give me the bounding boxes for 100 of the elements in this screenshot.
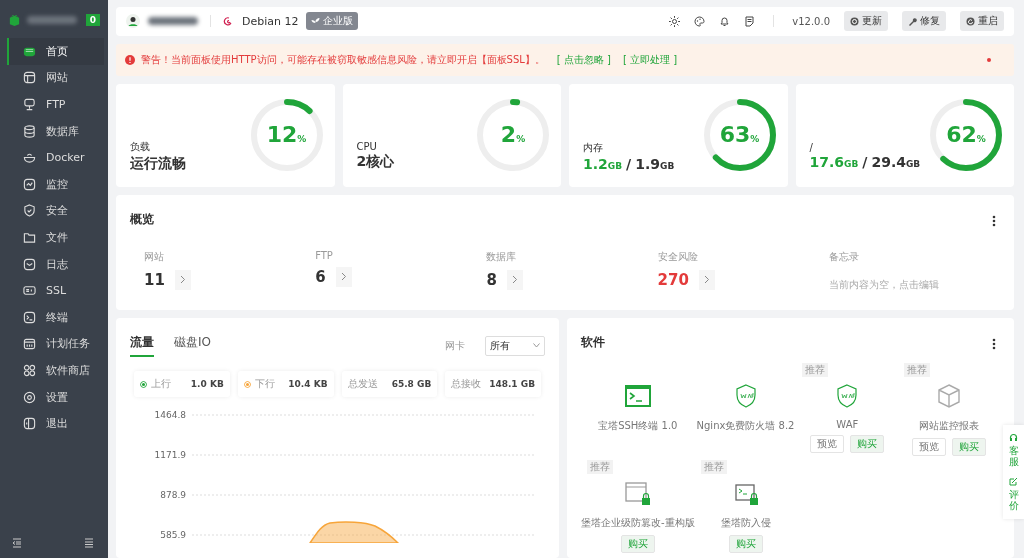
header-button[interactable]: 重启: [960, 11, 1004, 32]
sidebar-item[interactable]: 终端: [7, 303, 104, 331]
more-icon[interactable]: [992, 338, 996, 350]
chevron-icon: [179, 275, 186, 285]
traffic-stat-label: 下行: [254, 377, 275, 391]
settings-icon: [23, 390, 36, 404]
header-button[interactable]: 更新: [844, 11, 888, 32]
chevron-icon: [340, 272, 347, 282]
bowl-icon: [23, 151, 36, 165]
axis-tick-label: 585.9: [160, 530, 186, 540]
gauge-percent: 63%: [718, 122, 761, 148]
sidebar-item[interactable]: SSL: [7, 277, 104, 304]
alert-message: 警告！当前面板使用HTTP访问，可能存在被窃取敏感信息风险，请立即开启【面板SSL】。: [141, 52, 545, 67]
chevron-icon: [703, 275, 710, 285]
gauge-percent: 12%: [265, 122, 308, 148]
stat-value: 运行流畅: [130, 154, 186, 173]
sun-icon[interactable]: [669, 15, 681, 27]
overview-label: 数据库: [486, 249, 517, 264]
software-name[interactable]: 堡塔企业级防篡改-重构版: [581, 516, 695, 530]
terminal-icon[interactable]: [623, 382, 652, 410]
gauge-percent: 2%: [499, 122, 527, 148]
software-name[interactable]: Nginx免费防火墙 8.2: [696, 419, 795, 433]
sidebar-item[interactable]: 安全: [7, 197, 104, 225]
palette-icon[interactable]: [694, 15, 706, 27]
select-label: 网卡: [445, 338, 465, 353]
gauge-percent: 62%: [945, 122, 987, 148]
calendar-icon: [23, 337, 36, 351]
sidebar-item[interactable]: 首页: [7, 38, 104, 65]
stat-value: 17.6GB / 29.4GB: [809, 154, 921, 171]
overview-label: 备忘录: [828, 249, 859, 264]
sidebar-item[interactable]: 文件: [7, 224, 104, 251]
traffic-stat-value: 1.0 KB: [190, 379, 224, 389]
terminal-icon: [23, 310, 36, 324]
wrench-icon: [908, 16, 917, 26]
swirl-icon: [223, 15, 234, 27]
recommend-tag: 推荐: [904, 363, 931, 377]
lock-window-icon[interactable]: [623, 479, 652, 507]
sidebar-item[interactable]: 设置: [7, 383, 104, 411]
sidebar-item[interactable]: 退出: [7, 410, 104, 437]
software-name[interactable]: 堡塔防入侵: [720, 516, 771, 530]
shield-icon: [23, 204, 36, 218]
card-title: 概览: [130, 210, 154, 228]
overview-count: 8: [486, 270, 497, 289]
restart-icon: [966, 16, 975, 26]
more-icon[interactable]: [992, 214, 996, 227]
os-label: Debian 12: [242, 14, 299, 28]
axis-tick-label: 1171.9: [154, 450, 186, 460]
blurred-username: [148, 17, 198, 26]
overview-count: 270: [657, 270, 689, 289]
preview-button[interactable]: 预览: [912, 438, 947, 456]
axis-tick-label: 878.9: [160, 490, 186, 500]
collapse-icon[interactable]: [12, 538, 22, 548]
sidebar-item[interactable]: 日志: [7, 250, 104, 278]
stat-label: 负载: [130, 139, 150, 154]
overview-label: FTP: [315, 249, 333, 261]
bell-icon[interactable]: [719, 15, 731, 27]
window-icon: [23, 71, 36, 85]
traffic-stat-value: 148.1 GB: [489, 379, 535, 389]
sidebar-item[interactable]: 网站: [7, 64, 104, 92]
stat-value: 1.2GB / 1.9GB: [583, 155, 675, 172]
sprout-icon: [311, 16, 321, 26]
exit-icon: [23, 417, 36, 431]
headset-icon[interactable]: [1009, 433, 1018, 442]
edit-icon[interactable]: [1009, 477, 1018, 486]
sidebar-item[interactable]: 计划任务: [7, 330, 104, 358]
software-name[interactable]: 宝塔SSH终端 1.0: [598, 419, 678, 433]
grid-icon: [23, 363, 36, 377]
tab[interactable]: 流量: [130, 334, 154, 357]
sidebar-item[interactable]: FTP: [7, 91, 104, 118]
overview-label: 安全风险: [657, 249, 698, 264]
nic-select[interactable]: 所有: [485, 335, 545, 356]
edition-label: 企业版: [323, 14, 354, 29]
traffic-stat-label: 总发送: [347, 377, 378, 391]
monitor-icon: [23, 98, 36, 111]
blurred-hostname: [27, 16, 77, 24]
sidebar-item[interactable]: 软件商店: [7, 357, 104, 384]
software-name[interactable]: WAF: [836, 419, 859, 430]
recommend-tag: 推荐: [700, 460, 727, 474]
axis-tick-label: 1464.8: [154, 410, 186, 420]
traffic-stat-label: 上行: [151, 377, 171, 391]
sidebar-item[interactable]: Docker: [7, 144, 104, 171]
sidebar-item[interactable]: 数据库: [7, 117, 104, 145]
chevron-icon: [511, 275, 518, 285]
warning-icon: [125, 54, 135, 65]
logo-icon: [8, 13, 21, 27]
traffic-stat-value: 65.8 GB: [391, 379, 432, 389]
software-name[interactable]: 网站监控报表: [919, 419, 980, 433]
traffic-stat-value: 10.4 KB: [288, 379, 328, 389]
chart-icon: [23, 177, 36, 191]
database-icon: [23, 124, 36, 138]
folder-icon: [23, 230, 36, 244]
sidebar-item[interactable]: 监控: [7, 170, 104, 198]
preview-button[interactable]: 预览: [810, 435, 845, 453]
recommend-tag: 推荐: [587, 460, 613, 474]
legend-dot: [243, 380, 251, 388]
status-dot: [987, 57, 991, 62]
header-button[interactable]: 修复: [902, 11, 946, 32]
menu-icon[interactable]: [84, 538, 94, 548]
tab[interactable]: 磁盘IO: [174, 334, 211, 357]
note-icon[interactable]: [744, 15, 756, 27]
